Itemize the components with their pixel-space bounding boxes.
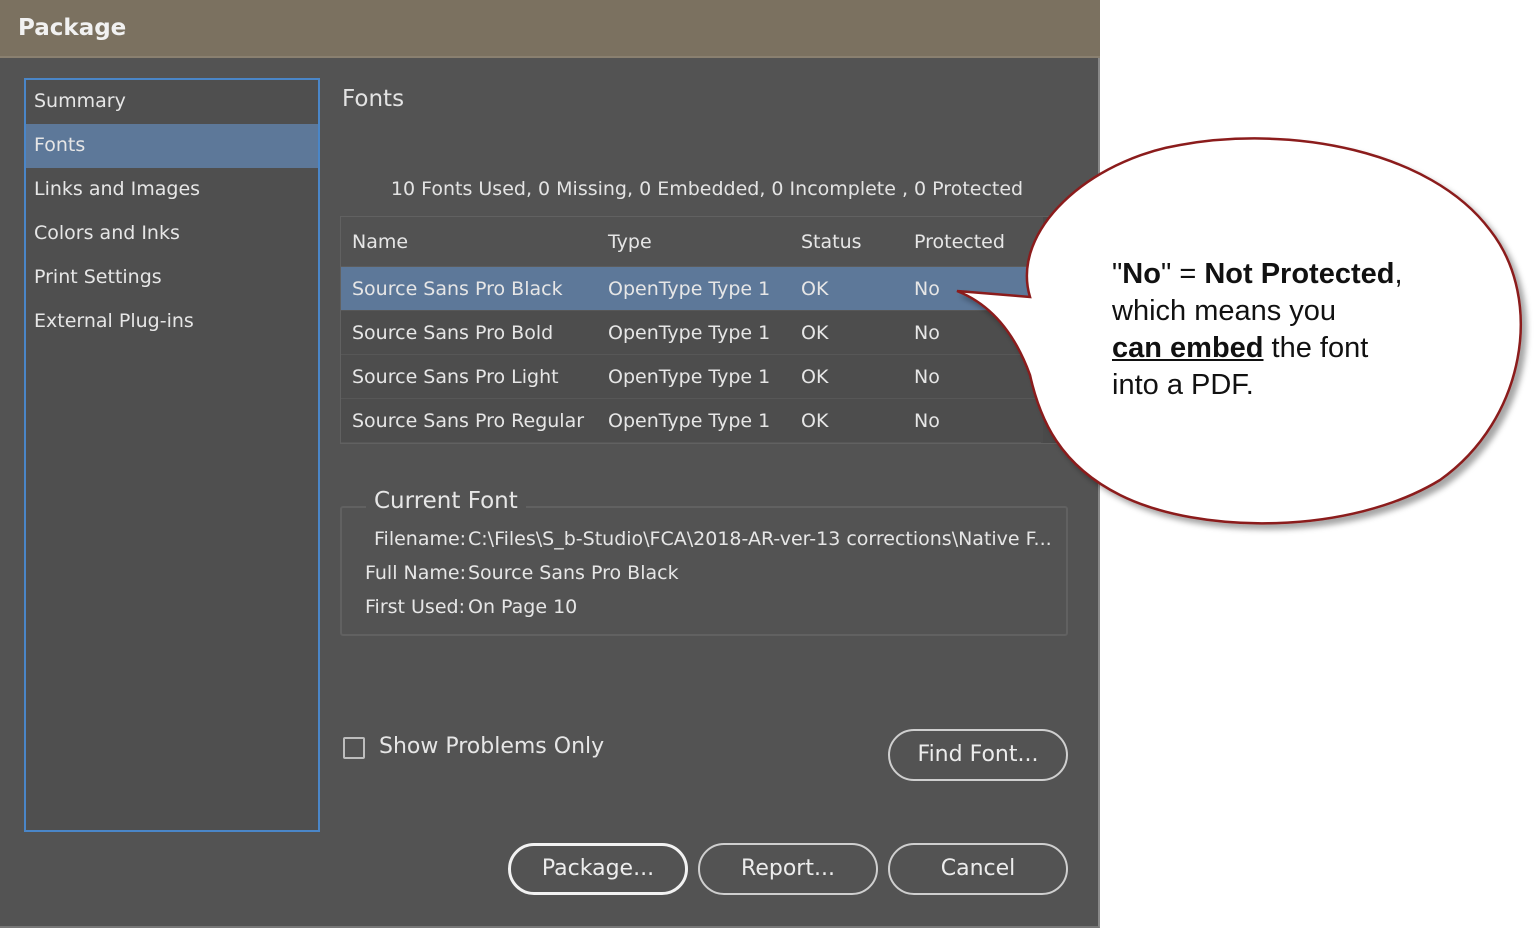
callout-quote-open: " <box>1112 258 1123 290</box>
callout-can-embed: can embed <box>1112 332 1264 364</box>
callout-bubble <box>956 137 1522 525</box>
callout-line-3: can embed the font <box>1112 330 1492 367</box>
callout-line-2: which means you <box>1112 295 1337 327</box>
callout-the-font: the font <box>1263 332 1369 364</box>
callout-line-1: "No" = Not Protected, <box>1112 256 1492 293</box>
callout-equals: " = <box>1160 258 1205 290</box>
callout-no: No <box>1122 258 1161 290</box>
callout-not-protected: Not Protected <box>1204 258 1395 290</box>
callout-line-4: into a PDF. <box>1112 369 1254 401</box>
callout-comma: , <box>1394 258 1403 290</box>
callout-text: "No" = Not Protected, which means you ca… <box>1112 256 1492 404</box>
